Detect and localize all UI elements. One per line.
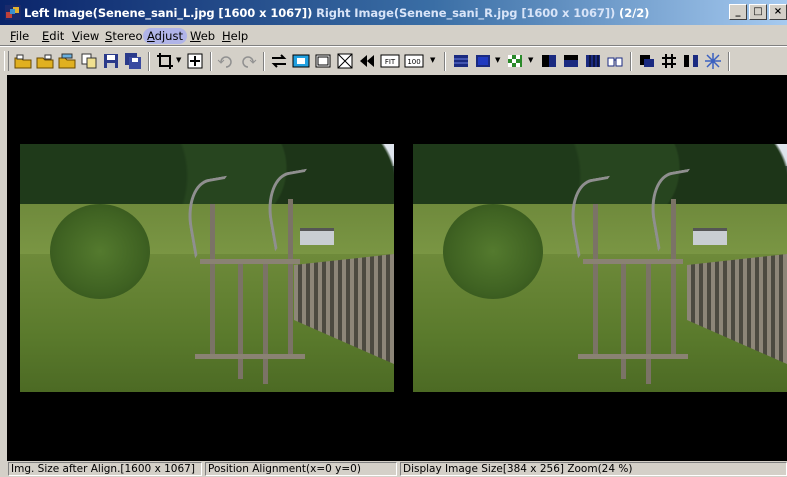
frame-view-icon[interactable]	[314, 52, 332, 70]
bush	[443, 204, 543, 299]
crop-icon[interactable]	[156, 52, 174, 70]
menu-help[interactable]: Help	[218, 28, 252, 44]
stereo-mode-dropdown-icon[interactable]: ▼	[495, 56, 500, 64]
wooden-post	[671, 199, 676, 359]
menu-view[interactable]: View	[68, 28, 103, 44]
left-image[interactable]	[20, 144, 394, 392]
zoom-dropdown-icon[interactable]: ▼	[430, 56, 435, 64]
split-bars-icon[interactable]	[682, 52, 700, 70]
columns-icon[interactable]	[584, 52, 602, 70]
toolbar-grip[interactable]	[4, 51, 9, 71]
menu-separator	[0, 45, 787, 47]
previous-icon[interactable]	[358, 52, 376, 70]
menu-adjust[interactable]: Adjust	[143, 28, 187, 44]
menu-web[interactable]: Web	[186, 28, 219, 44]
checker-mode-icon[interactable]	[506, 52, 524, 70]
close-button[interactable]: ×	[769, 4, 787, 20]
menu-stereo[interactable]: Stereo	[101, 28, 146, 44]
wooden-post	[288, 199, 293, 359]
app-icon[interactable]	[5, 5, 21, 20]
crop-dropdown-icon[interactable]: ▼	[176, 56, 181, 64]
open-left-icon[interactable]	[14, 52, 32, 70]
half-top-icon[interactable]	[562, 52, 580, 70]
open-stereo-icon[interactable]	[58, 52, 76, 70]
menu-edit[interactable]: Edit	[38, 28, 68, 44]
title-bar: Left Image(Senene_sani_L.jpg [1600 x 106…	[0, 0, 787, 25]
redo-icon[interactable]	[239, 52, 257, 70]
title-left-image: Left Image(Senene_sani_L.jpg [1600 x 106…	[24, 6, 313, 20]
toolbar: ▼ FIT 100 ▼ ▼ ▼	[0, 48, 787, 75]
glasses-icon[interactable]	[606, 52, 624, 70]
toolbar-separator	[630, 52, 632, 71]
save-stereo-icon[interactable]	[124, 52, 142, 70]
crossbar	[583, 259, 683, 264]
status-bar: Img. Size after Align.[1600 x 1067] Posi…	[0, 461, 787, 477]
fit-label: FIT	[385, 58, 396, 66]
window-title: Left Image(Senene_sani_L.jpg [1600 x 106…	[24, 6, 649, 20]
toolbar-separator	[728, 52, 730, 71]
bush	[50, 204, 150, 299]
toolbar-separator	[148, 52, 150, 71]
toolbar-separator	[210, 52, 212, 71]
minimize-button[interactable]: _	[729, 4, 747, 20]
status-position-alignment: Position Alignment(x=0 y=0)	[205, 462, 397, 476]
wooden-post	[263, 259, 268, 384]
wooden-post	[621, 259, 626, 379]
crossbar	[200, 259, 300, 264]
status-display-size: Display Image Size[384 x 256] Zoom(24 %)	[400, 462, 787, 476]
wooden-post	[646, 259, 651, 384]
stereo-mode-2-icon[interactable]	[474, 52, 492, 70]
overlay-icon[interactable]	[638, 52, 656, 70]
crossed-box-icon[interactable]	[336, 52, 354, 70]
menu-file[interactable]: File	[6, 28, 33, 44]
right-image[interactable]	[413, 144, 787, 392]
toolbar-separator	[263, 52, 265, 71]
stereo-mode-1-icon[interactable]	[452, 52, 470, 70]
zoom-100-button[interactable]: 100	[404, 52, 424, 70]
fit-window-icon[interactable]	[186, 52, 204, 70]
wooden-post	[593, 204, 598, 354]
zoom-100-label: 100	[407, 58, 420, 66]
wooden-post	[210, 204, 215, 354]
snowflake-icon[interactable]	[704, 52, 722, 70]
open-right-icon[interactable]	[36, 52, 54, 70]
save-icon[interactable]	[102, 52, 120, 70]
swap-images-icon[interactable]	[270, 52, 288, 70]
single-view-icon[interactable]	[292, 52, 310, 70]
wooden-post	[238, 259, 243, 379]
crossbar	[578, 354, 688, 359]
grid-icon[interactable]	[660, 52, 678, 70]
menu-bar: File Edit View Stereo Adjust Web Help	[0, 25, 787, 45]
title-image-count: (2/2)	[619, 6, 650, 20]
fit-button[interactable]: FIT	[380, 52, 400, 70]
title-right-image: Right Image(Senene_sani_R.jpg [1600 x 10…	[316, 6, 616, 20]
crossbar	[195, 354, 305, 359]
checker-dropdown-icon[interactable]: ▼	[528, 56, 533, 64]
stereo-canvas[interactable]	[7, 75, 787, 461]
window-controls: _ □ ×	[727, 4, 787, 20]
maximize-button[interactable]: □	[749, 4, 767, 20]
copy-image-icon[interactable]	[80, 52, 98, 70]
status-size-after-align: Img. Size after Align.[1600 x 1067]	[8, 462, 202, 476]
undo-icon[interactable]	[217, 52, 235, 70]
half-left-icon[interactable]	[540, 52, 558, 70]
toolbar-separator	[444, 52, 446, 71]
